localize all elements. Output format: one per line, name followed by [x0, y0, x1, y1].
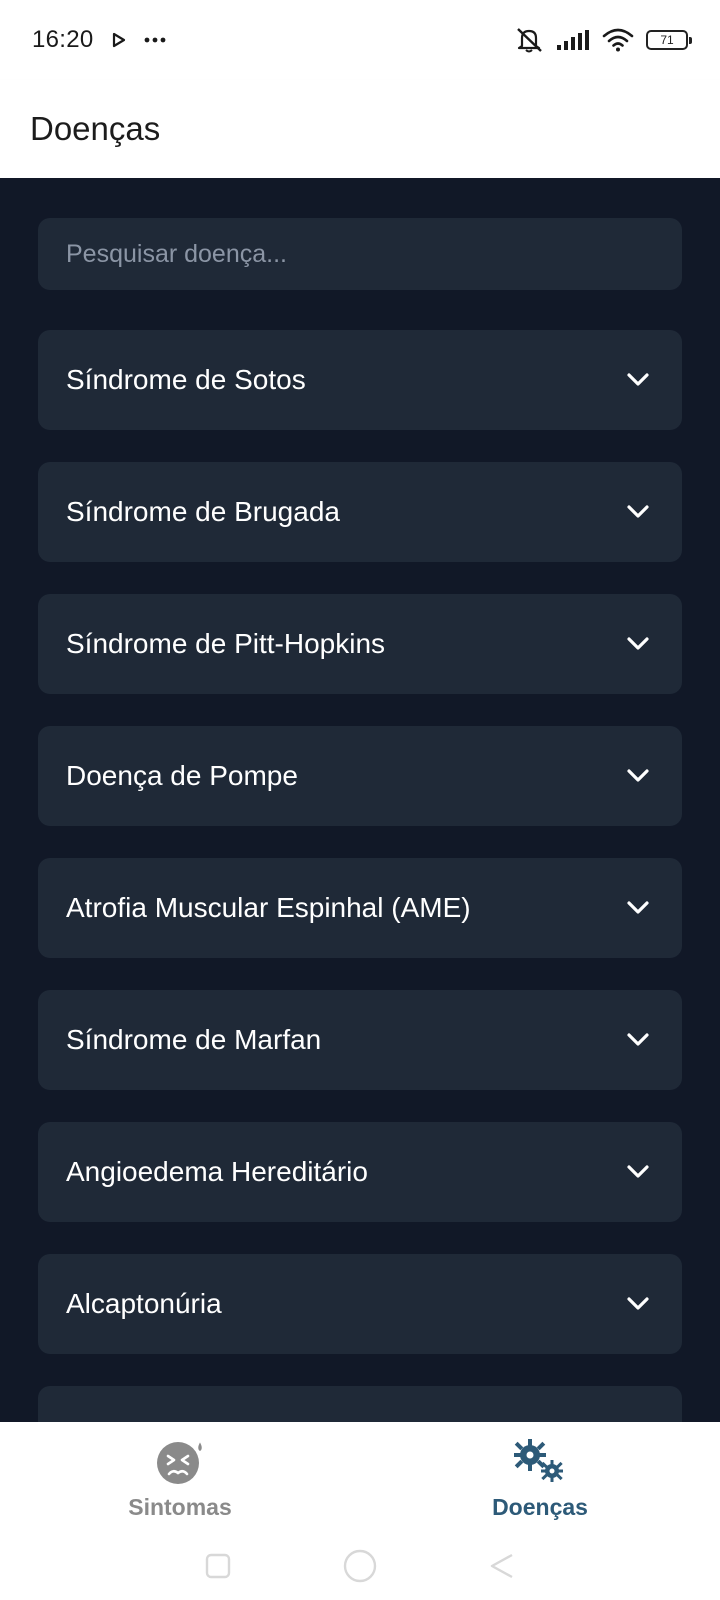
status-time: 16:20 — [32, 26, 94, 53]
disease-list-screen[interactable]: Síndrome de Sotos Síndrome de Brugada Sí… — [0, 178, 720, 1422]
disease-name: Síndrome de Brugada — [66, 496, 340, 527]
tab-doencas[interactable]: Doenças — [360, 1422, 720, 1532]
disease-item[interactable] — [38, 1386, 682, 1422]
chevron-down-icon — [626, 900, 650, 916]
disease-item[interactable]: Síndrome de Pitt-Hopkins — [38, 594, 682, 694]
disease-name: Síndrome de Sotos — [66, 364, 306, 395]
system-nav-bar — [0, 1532, 720, 1600]
disease-name: Síndrome de Pitt-Hopkins — [66, 628, 386, 659]
chevron-down-icon — [626, 1032, 650, 1048]
app-header: Doenças — [0, 80, 720, 178]
recent-apps-button[interactable] — [204, 1552, 232, 1580]
status-bar: 16:20 71 — [0, 0, 720, 80]
more-dots-icon — [144, 37, 166, 43]
chevron-down-icon — [626, 372, 650, 388]
disease-item[interactable]: Doença de Pompe — [38, 726, 682, 826]
status-right: 71 — [514, 27, 692, 53]
disease-item[interactable]: Síndrome de Brugada — [38, 462, 682, 562]
battery-icon: 71 — [646, 30, 692, 50]
chevron-down-icon — [626, 1164, 650, 1180]
back-button[interactable] — [488, 1552, 516, 1580]
disease-item[interactable]: Síndrome de Sotos — [38, 330, 682, 430]
search-box[interactable] — [38, 218, 682, 290]
chevron-down-icon — [626, 504, 650, 520]
page-title: Doenças — [30, 110, 161, 147]
disease-name: Atrofia Muscular Espinhal (AME) — [66, 892, 471, 923]
tab-label-sintomas: Sintomas — [128, 1494, 232, 1520]
play-icon — [112, 32, 126, 48]
disease-name: Alcaptonúria — [66, 1288, 222, 1319]
signal-icon — [556, 29, 590, 51]
disease-item[interactable]: Atrofia Muscular Espinhal (AME) — [38, 858, 682, 958]
mute-icon — [514, 27, 544, 53]
disease-item[interactable]: Síndrome de Marfan — [38, 990, 682, 1090]
disease-name: Angioedema Hereditário — [66, 1156, 368, 1187]
disease-name: Síndrome de Marfan — [66, 1024, 322, 1055]
status-left: 16:20 — [32, 26, 166, 54]
chevron-down-icon — [626, 636, 650, 652]
virus-icon — [510, 1437, 570, 1490]
home-button[interactable] — [342, 1548, 378, 1584]
chevron-down-icon — [626, 768, 650, 784]
tab-label-doencas: Doenças — [492, 1494, 588, 1520]
bottom-nav: Sintomas Doenças — [0, 1422, 720, 1532]
search-input[interactable] — [66, 218, 682, 290]
tab-sintomas[interactable]: Sintomas — [0, 1422, 360, 1532]
disease-name: Doença de Pompe — [66, 760, 298, 791]
chevron-down-icon — [626, 1296, 650, 1312]
disease-item[interactable]: Alcaptonúria — [38, 1254, 682, 1354]
wifi-icon — [602, 28, 634, 52]
disease-list: Síndrome de Sotos Síndrome de Brugada Sí… — [38, 330, 682, 1422]
sick-face-icon — [154, 1437, 206, 1490]
disease-item[interactable]: Angioedema Hereditário — [38, 1122, 682, 1222]
